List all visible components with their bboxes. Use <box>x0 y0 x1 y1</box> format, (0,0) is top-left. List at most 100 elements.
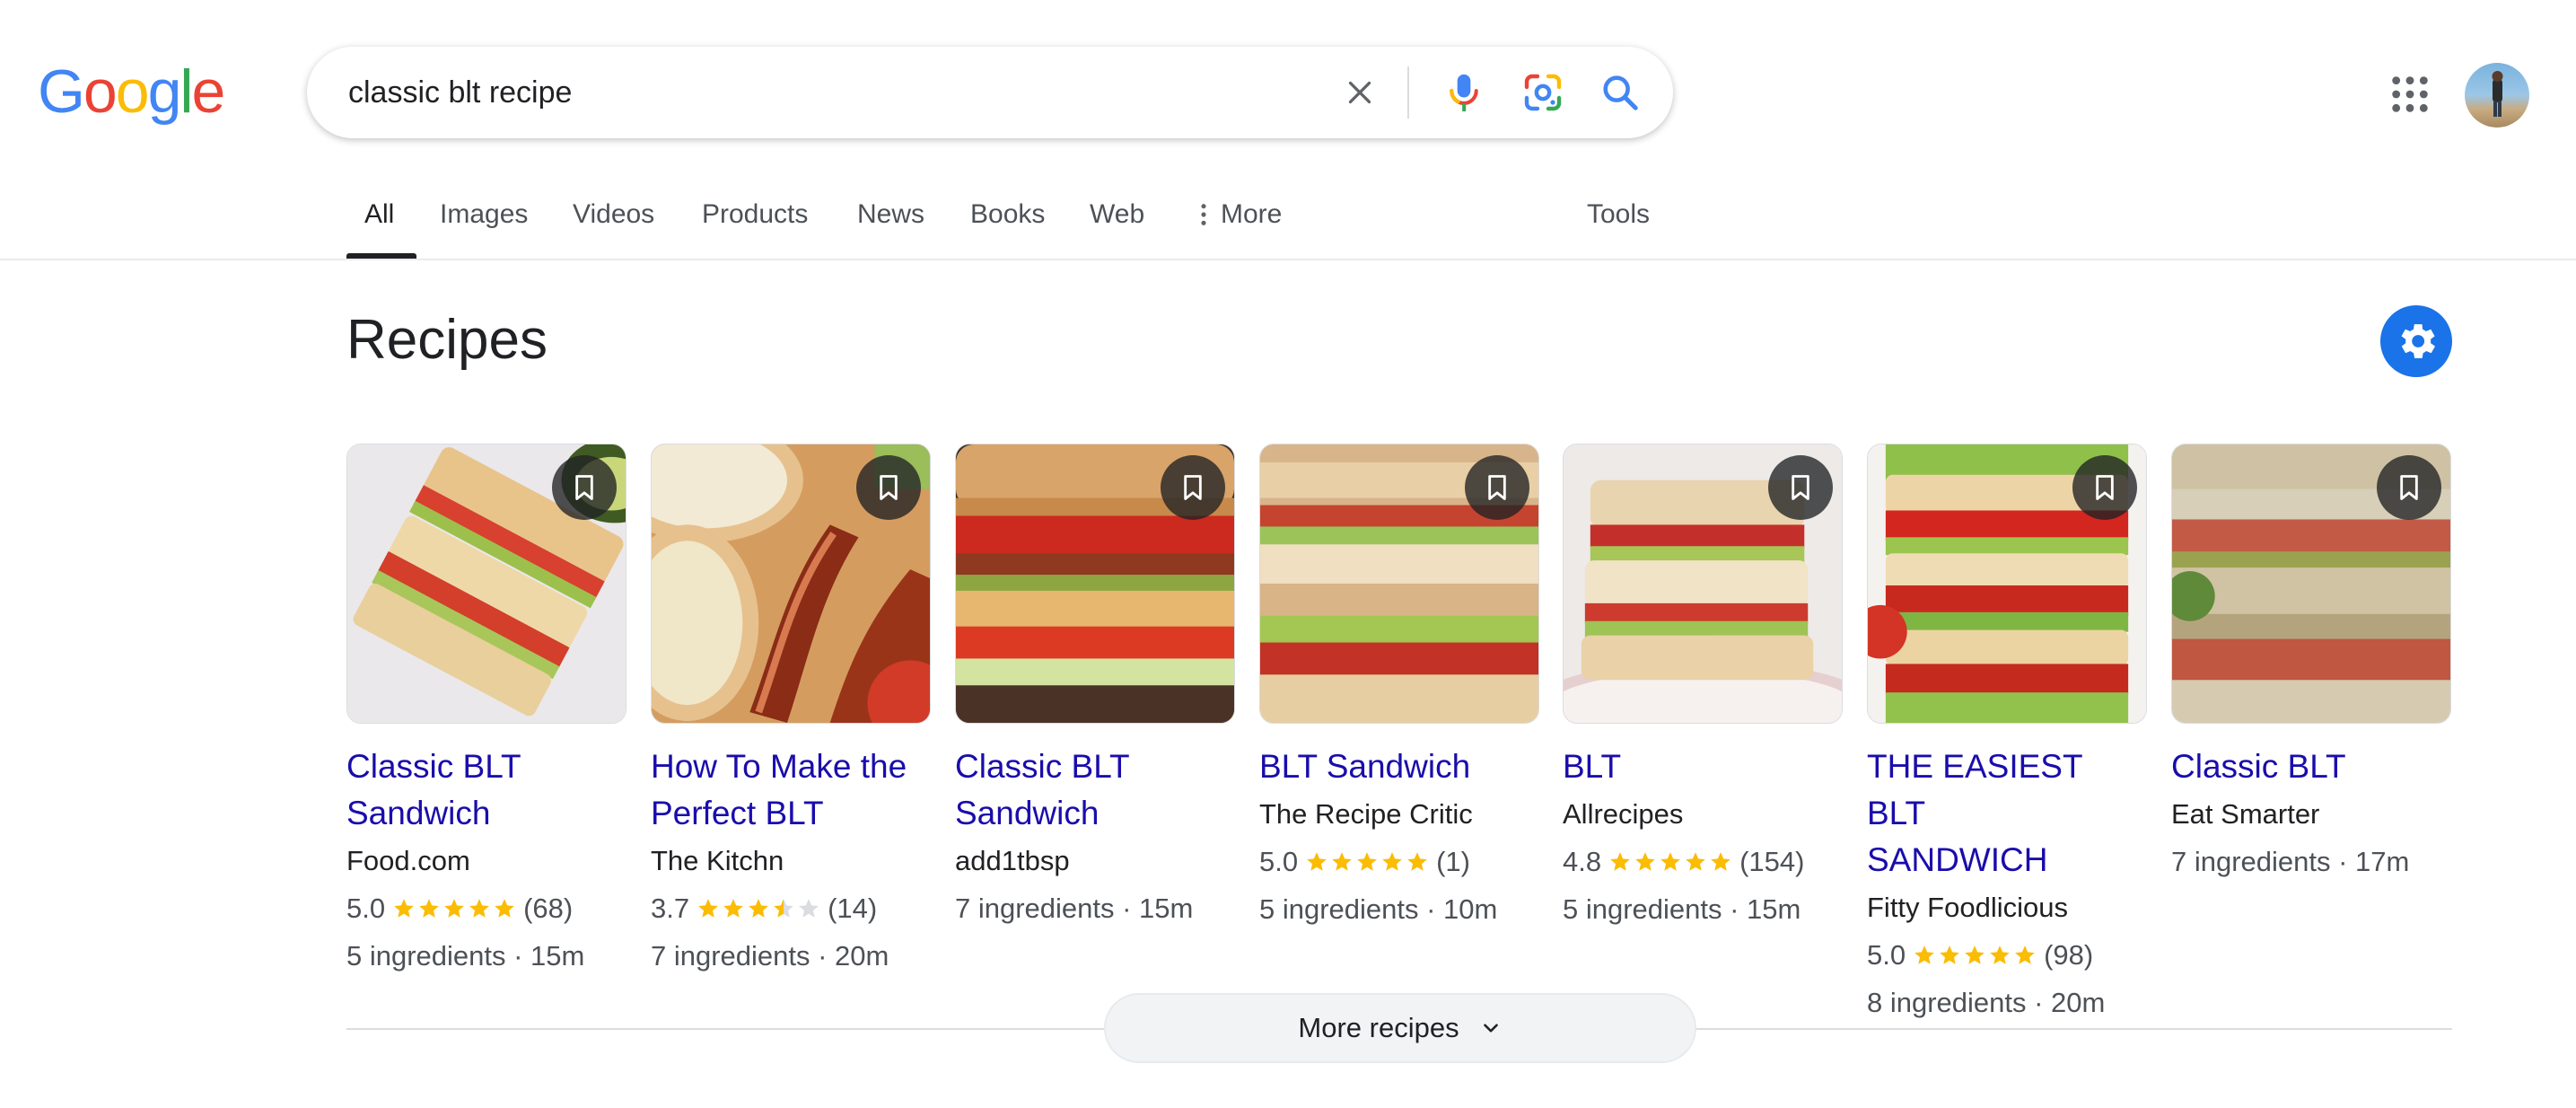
recipe-settings-button[interactable] <box>2380 305 2452 377</box>
star-icon <box>2015 945 2035 964</box>
recipe-title[interactable]: THE EASIEST BLT SANDWICH <box>1867 743 2147 884</box>
rating-value: 3.7 <box>651 893 690 924</box>
recipe-image[interactable] <box>651 444 931 724</box>
recipe-rating: 5.0 (98) <box>1867 931 2147 979</box>
recipe-source: Food.com <box>346 845 470 876</box>
save-recipe-button[interactable] <box>856 455 921 520</box>
star-rating <box>697 897 820 920</box>
tab-books[interactable]: Books <box>970 199 1045 230</box>
save-recipe-button[interactable] <box>2072 455 2137 520</box>
search-icon[interactable] <box>1598 70 1643 115</box>
tab-all[interactable]: All <box>364 199 394 230</box>
recipe-image[interactable] <box>955 444 1235 724</box>
recipe-image[interactable] <box>1563 444 1843 724</box>
recipe-rating: 3.7 (14) <box>651 884 931 932</box>
recipe-title[interactable]: Classic BLT <box>2171 743 2451 790</box>
recipe-image[interactable] <box>2171 444 2451 724</box>
star-icon <box>799 898 819 918</box>
tabs-divider <box>0 259 2576 260</box>
recipe-image[interactable] <box>1867 444 2147 724</box>
save-recipe-button[interactable] <box>1465 455 1529 520</box>
rating-value: 4.8 <box>1563 846 1602 877</box>
search-divider <box>1407 66 1409 119</box>
star-icon <box>495 898 514 918</box>
tab-products[interactable]: Products <box>702 199 808 230</box>
microphone-icon[interactable] <box>1441 70 1486 115</box>
lens-icon[interactable] <box>1520 70 1565 115</box>
review-count: (98) <box>2044 939 2094 971</box>
recipe-rating: 4.8 (154) <box>1563 838 1843 885</box>
recipe-card[interactable]: Classic BLT Sandwich add1tbsp 7 ingredien… <box>955 444 1235 932</box>
bookmark-icon <box>880 475 898 500</box>
bookmark-icon <box>2096 475 2114 500</box>
more-recipes-button[interactable]: More recipes <box>1104 993 1696 1063</box>
recipe-source: The Recipe Critic <box>1259 798 1473 830</box>
star-rating <box>392 897 516 920</box>
recipe-card[interactable]: BLT Allrecipes 4.8 (154) 5 ingredients ·… <box>1563 444 1843 933</box>
review-count: (14) <box>828 893 878 924</box>
recipe-title[interactable]: BLT <box>1563 743 1843 790</box>
save-recipe-button[interactable] <box>1161 455 1225 520</box>
recipe-card[interactable]: BLT Sandwich The Recipe Critic 5.0 (1) 5… <box>1259 444 1539 933</box>
recipe-image[interactable] <box>1259 444 1539 724</box>
tab-more-label: More <box>1221 199 1283 229</box>
star-rating <box>1305 850 1429 874</box>
star-icon <box>1407 851 1427 871</box>
star-icon <box>1965 945 1985 964</box>
more-dots-icon <box>1201 204 1206 225</box>
chevron-down-icon <box>1483 1024 1498 1033</box>
tab-news[interactable]: News <box>857 199 924 230</box>
recipe-title[interactable]: Classic BLT Sandwich <box>346 743 626 837</box>
recipe-source: Eat Smarter <box>2171 798 2320 830</box>
bookmark-icon <box>1792 475 1809 500</box>
search-input[interactable] <box>348 47 1246 138</box>
bookmark-icon <box>1488 475 1506 500</box>
star-icon <box>419 898 439 918</box>
avatar[interactable] <box>2465 63 2529 128</box>
recipe-rating: 5.0 (1) <box>1259 838 1539 885</box>
rating-value: 5.0 <box>1867 939 1906 971</box>
tab-tools[interactable]: Tools <box>1587 199 1650 230</box>
star-icon <box>469 898 489 918</box>
recipe-meta: 5 ingredients · 10m <box>1259 893 1498 925</box>
bookmark-icon <box>575 475 593 500</box>
save-recipe-button[interactable] <box>2377 455 2441 520</box>
tab-videos[interactable]: Videos <box>573 199 654 230</box>
review-count: (68) <box>523 893 574 924</box>
recipe-title[interactable]: BLT Sandwich <box>1259 743 1539 790</box>
recipe-image[interactable] <box>346 444 626 724</box>
recipe-meta: 5 ingredients · 15m <box>1563 893 1801 925</box>
recipe-rating: 5.0 (68) <box>346 884 626 932</box>
apps-grid-icon[interactable] <box>2389 74 2431 115</box>
review-count: (154) <box>1739 846 1805 877</box>
recipe-title[interactable]: How To Make the Perfect BLT <box>651 743 931 837</box>
tab-more[interactable]: More <box>1199 199 1282 230</box>
recipe-title[interactable]: Classic BLT Sandwich <box>955 743 1235 837</box>
review-count: (1) <box>1436 846 1470 877</box>
recipe-card[interactable]: THE EASIEST BLT SANDWICH Fitty Foodliciou… <box>1867 444 2147 1026</box>
google-logo[interactable]: Google <box>38 61 225 122</box>
star-icon <box>1307 851 1327 871</box>
star-icon <box>1711 851 1730 871</box>
recipe-meta: 7 ingredients · 15m <box>955 893 1194 924</box>
recipe-card[interactable]: Classic BLT Sandwich Food.com 5.0 (68) 5 … <box>346 444 626 980</box>
tab-images[interactable]: Images <box>440 199 528 230</box>
star-icon <box>1635 851 1655 871</box>
recipe-card[interactable]: How To Make the Perfect BLT The Kitchn 3.… <box>651 444 931 980</box>
rating-value: 5.0 <box>346 893 386 924</box>
star-icon <box>1990 945 2010 964</box>
star-icon <box>1382 851 1402 871</box>
section-title: Recipes <box>346 309 548 371</box>
tab-web[interactable]: Web <box>1090 199 1144 230</box>
recipe-card[interactable]: Classic BLT Eat Smarter 7 ingredients · … <box>2171 444 2451 885</box>
save-recipe-button[interactable] <box>552 455 617 520</box>
recipe-source: add1tbsp <box>955 845 1070 876</box>
star-icon <box>1940 945 1959 964</box>
bookmark-icon <box>2400 475 2418 500</box>
star-icon <box>1660 851 1680 871</box>
star-icon <box>1332 851 1352 871</box>
star-icon <box>444 898 464 918</box>
search-tabs: All Images Videos Products News Books We… <box>0 180 2576 260</box>
save-recipe-button[interactable] <box>1768 455 1833 520</box>
clear-icon[interactable] <box>1337 70 1382 115</box>
